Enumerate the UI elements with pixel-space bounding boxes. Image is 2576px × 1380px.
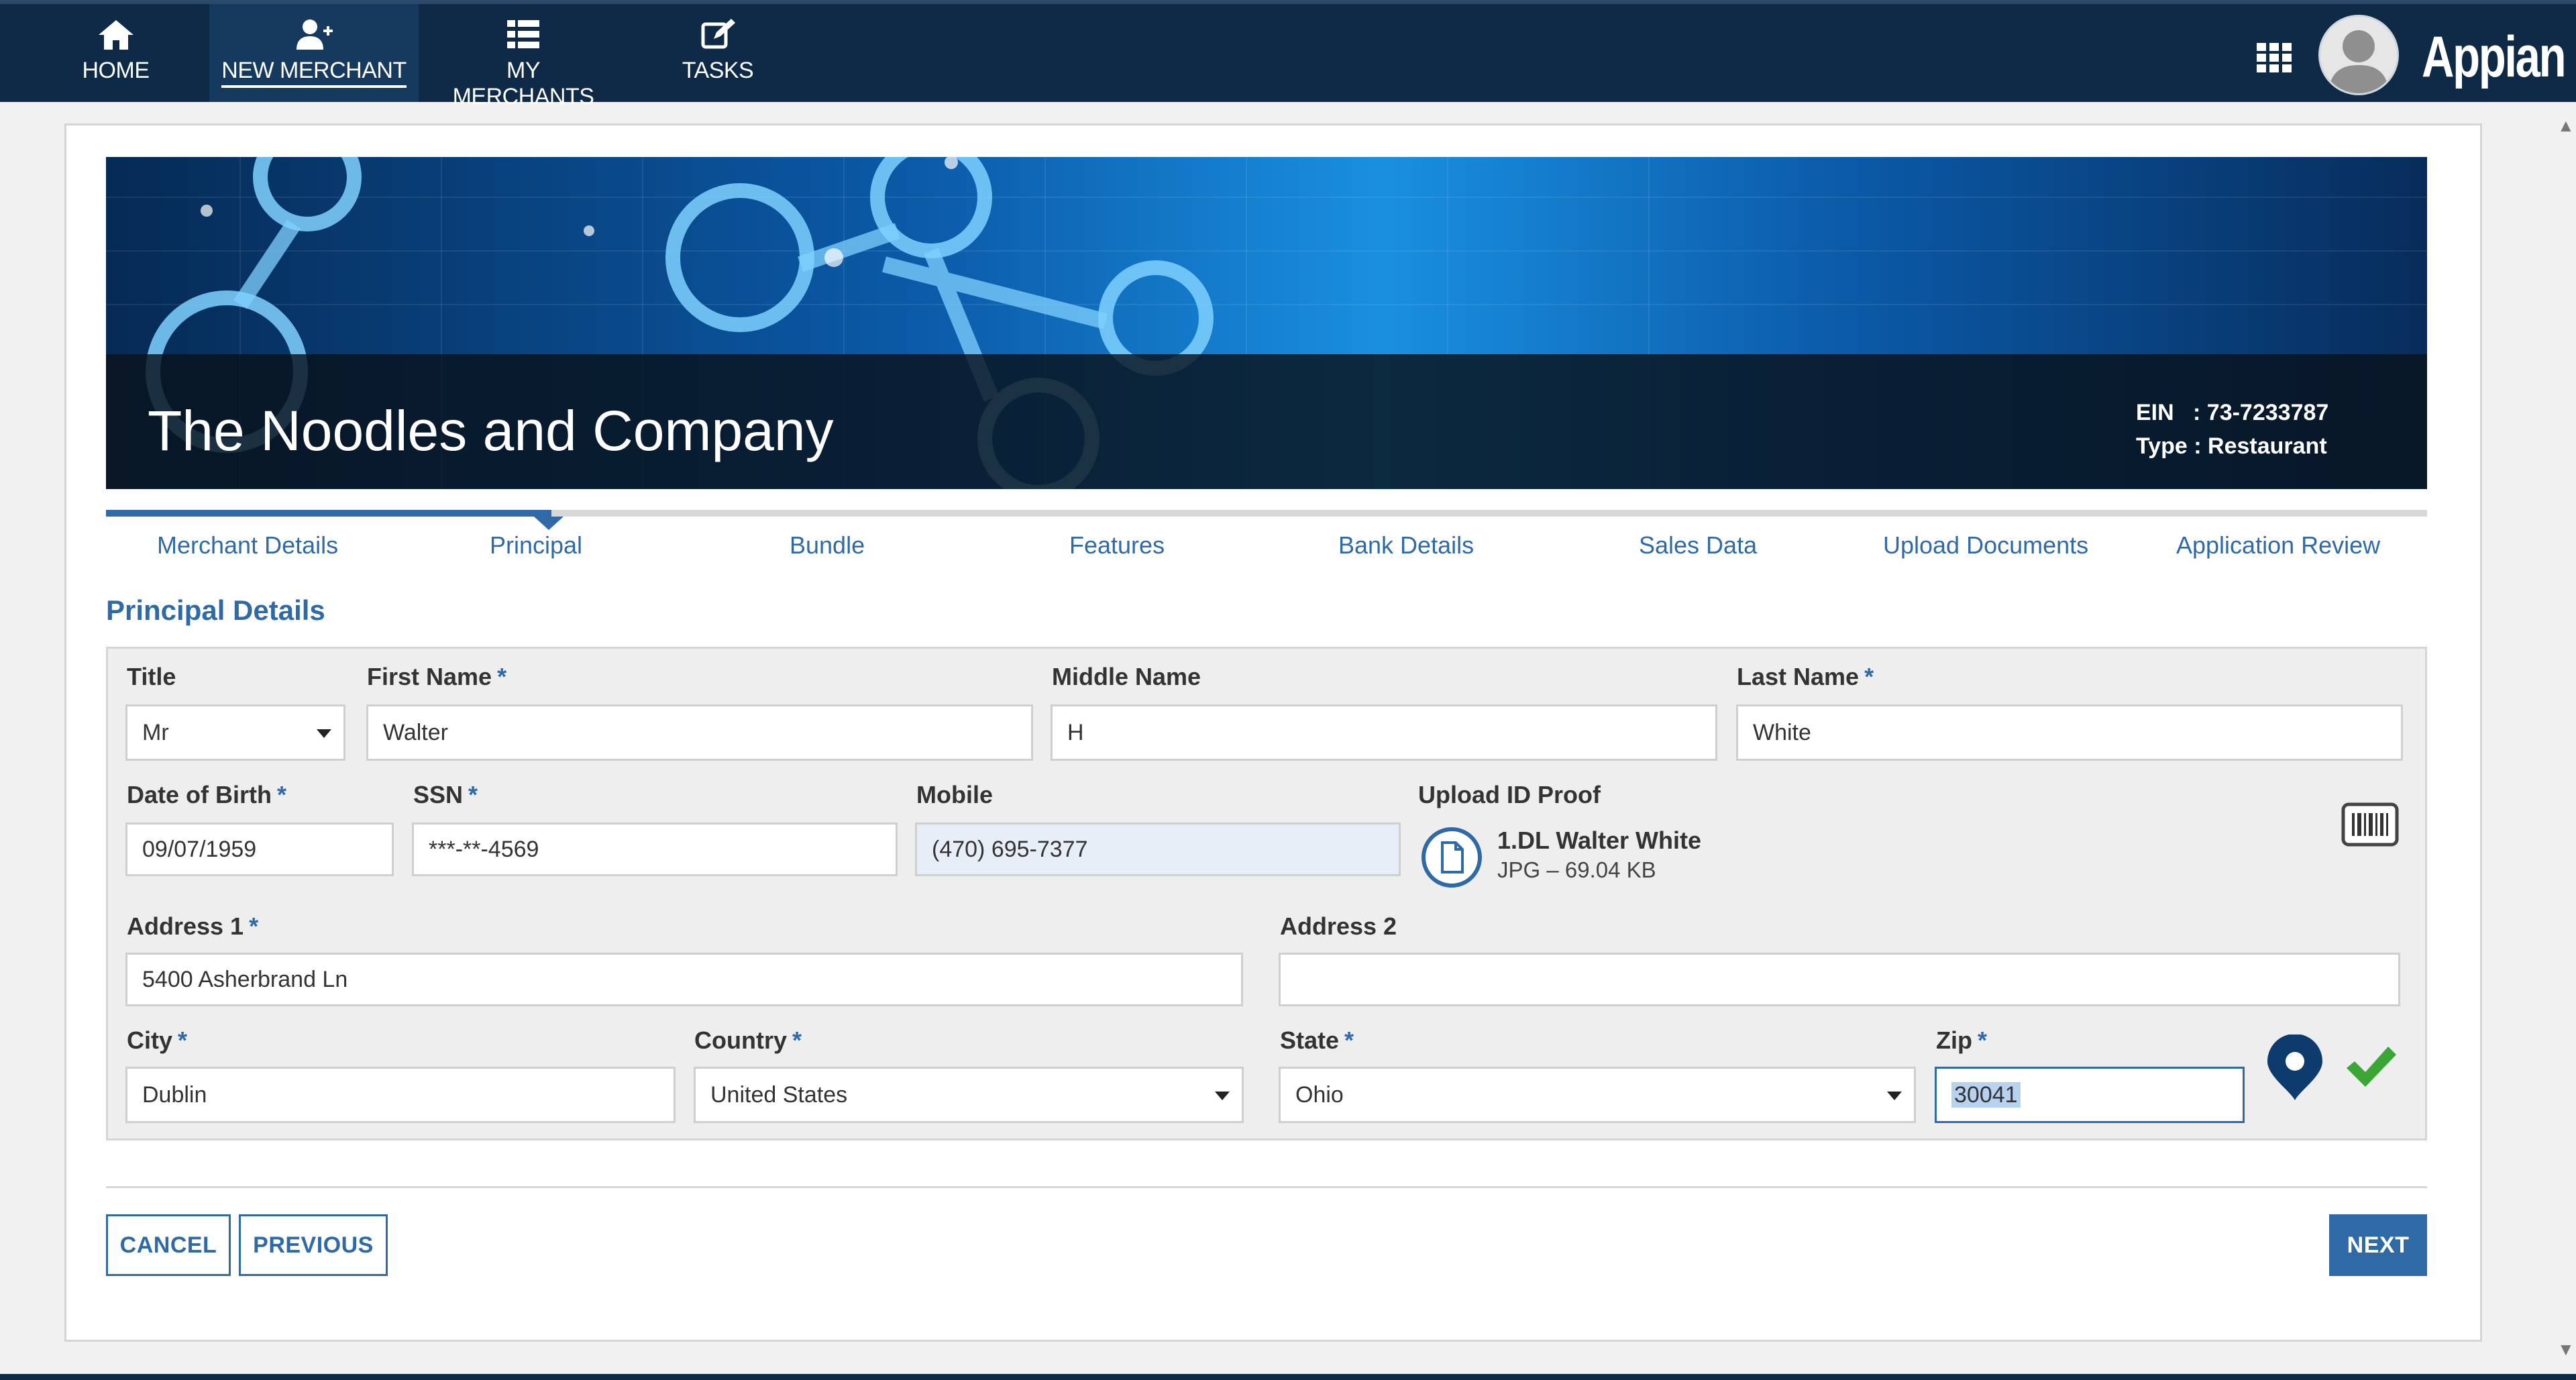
nav-home[interactable]: HOME <box>74 4 158 102</box>
page-scrollbar[interactable] <box>2536 102 2576 1380</box>
nav-my-merchants[interactable]: MY MERCHANTS <box>436 4 610 109</box>
zip-input[interactable]: 30041 <box>1935 1067 2245 1123</box>
scroll-up-arrow-icon[interactable]: ▲ <box>2557 115 2575 136</box>
title-label: Title <box>127 663 176 690</box>
last-name-label: Last Name * <box>1737 663 1874 690</box>
city-label: City * <box>127 1026 188 1054</box>
nav-new-merchant-label: NEW MERCHANT <box>221 58 407 88</box>
uploaded-file-meta: JPG – 69.04 KB <box>1497 857 1656 882</box>
previous-button[interactable]: PREVIOUS <box>239 1214 388 1276</box>
nav-home-label: HOME <box>82 58 150 83</box>
type-text: Type : Restaurant <box>2136 433 2327 459</box>
step-sales-data[interactable]: Sales Data <box>1639 531 1757 560</box>
nav-tasks[interactable]: TASKS <box>678 4 758 102</box>
ein-text: EIN : 73-7233787 <box>2136 400 2329 425</box>
section-title: Principal Details <box>106 594 325 626</box>
company-name: The Noodles and Company <box>148 399 834 462</box>
verified-check-icon <box>2347 1047 2396 1087</box>
state-select[interactable]: Ohio <box>1279 1067 1916 1123</box>
user-silhouette-icon <box>2328 30 2389 93</box>
add-user-icon <box>297 19 333 50</box>
nav-new-merchant[interactable]: NEW MERCHANT <box>209 4 419 102</box>
address1-label: Address 1 * <box>127 912 259 940</box>
window-bottom-edge <box>0 1374 2576 1380</box>
user-avatar[interactable] <box>2318 15 2399 95</box>
cancel-button[interactable]: CANCEL <box>106 1214 231 1276</box>
ssn-label: SSN * <box>413 781 478 808</box>
document-icon[interactable] <box>1421 827 1483 888</box>
state-label: State * <box>1280 1026 1354 1054</box>
address2-input[interactable] <box>1279 953 2400 1006</box>
step-bank-details[interactable]: Bank Details <box>1338 531 1474 560</box>
app-grid-icon[interactable] <box>2255 39 2293 76</box>
dob-input[interactable]: 09/07/1959 <box>125 822 394 876</box>
zip-label: Zip * <box>1936 1026 1987 1054</box>
step-progress-fill <box>106 510 551 517</box>
ssn-input[interactable]: ***-**-4569 <box>412 822 898 876</box>
chevron-down-icon <box>317 729 331 738</box>
step-application-review[interactable]: Application Review <box>2176 531 2380 560</box>
list-icon <box>507 20 539 48</box>
mobile-input[interactable]: (470) 695-7377 <box>915 822 1401 876</box>
city-input[interactable]: Dublin <box>125 1067 676 1123</box>
scroll-down-arrow-icon[interactable]: ▼ <box>2557 1339 2575 1360</box>
brand-logo: Appian <box>2422 25 2567 89</box>
top-navigation-bar: HOME NEW MERCHANT MY MERCHANTS TASKS App… <box>0 0 2576 109</box>
step-principal[interactable]: Principal <box>490 531 582 560</box>
footer-divider <box>106 1186 2427 1188</box>
middle-name-input[interactable]: H <box>1051 704 1717 761</box>
chevron-down-icon <box>1887 1092 1902 1100</box>
step-upload-documents[interactable]: Upload Documents <box>1883 531 2088 560</box>
current-step-indicator <box>534 517 564 530</box>
dob-label: Date of Birth * <box>127 781 287 808</box>
chevron-down-icon <box>1215 1092 1230 1100</box>
country-label: Country * <box>694 1026 802 1054</box>
mobile-label: Mobile <box>916 781 993 808</box>
address1-input[interactable]: 5400 Asherbrand Ln <box>125 953 1243 1006</box>
last-name-input[interactable]: White <box>1736 704 2403 761</box>
step-bundle[interactable]: Bundle <box>790 531 865 560</box>
home-icon <box>98 20 133 50</box>
location-pin-icon[interactable] <box>2263 1034 2326 1102</box>
next-button[interactable]: NEXT <box>2329 1214 2427 1276</box>
merchant-meta: EIN : 73-7233787 Type : Restaurant <box>2136 396 2328 463</box>
merchant-banner: The Noodles and Company EIN : 73-7233787… <box>106 157 2427 489</box>
step-merchant-details[interactable]: Merchant Details <box>157 531 338 560</box>
uploaded-file-name[interactable]: 1.DL Walter White <box>1497 827 1701 855</box>
edit-icon <box>701 19 735 49</box>
upload-id-proof-label: Upload ID Proof <box>1418 781 1601 808</box>
step-features[interactable]: Features <box>1069 531 1165 560</box>
nav-my-merchants-label: MY MERCHANTS <box>452 58 594 109</box>
address2-label: Address 2 <box>1280 912 1397 940</box>
nav-tasks-label: TASKS <box>682 58 754 83</box>
barcode-scan-icon[interactable] <box>2341 802 2399 847</box>
first-name-label: First Name * <box>367 663 507 690</box>
first-name-input[interactable]: Walter <box>366 704 1033 761</box>
title-select[interactable]: Mr <box>125 704 345 761</box>
country-select[interactable]: United States <box>694 1067 1244 1123</box>
middle-name-label: Middle Name <box>1052 663 1201 690</box>
